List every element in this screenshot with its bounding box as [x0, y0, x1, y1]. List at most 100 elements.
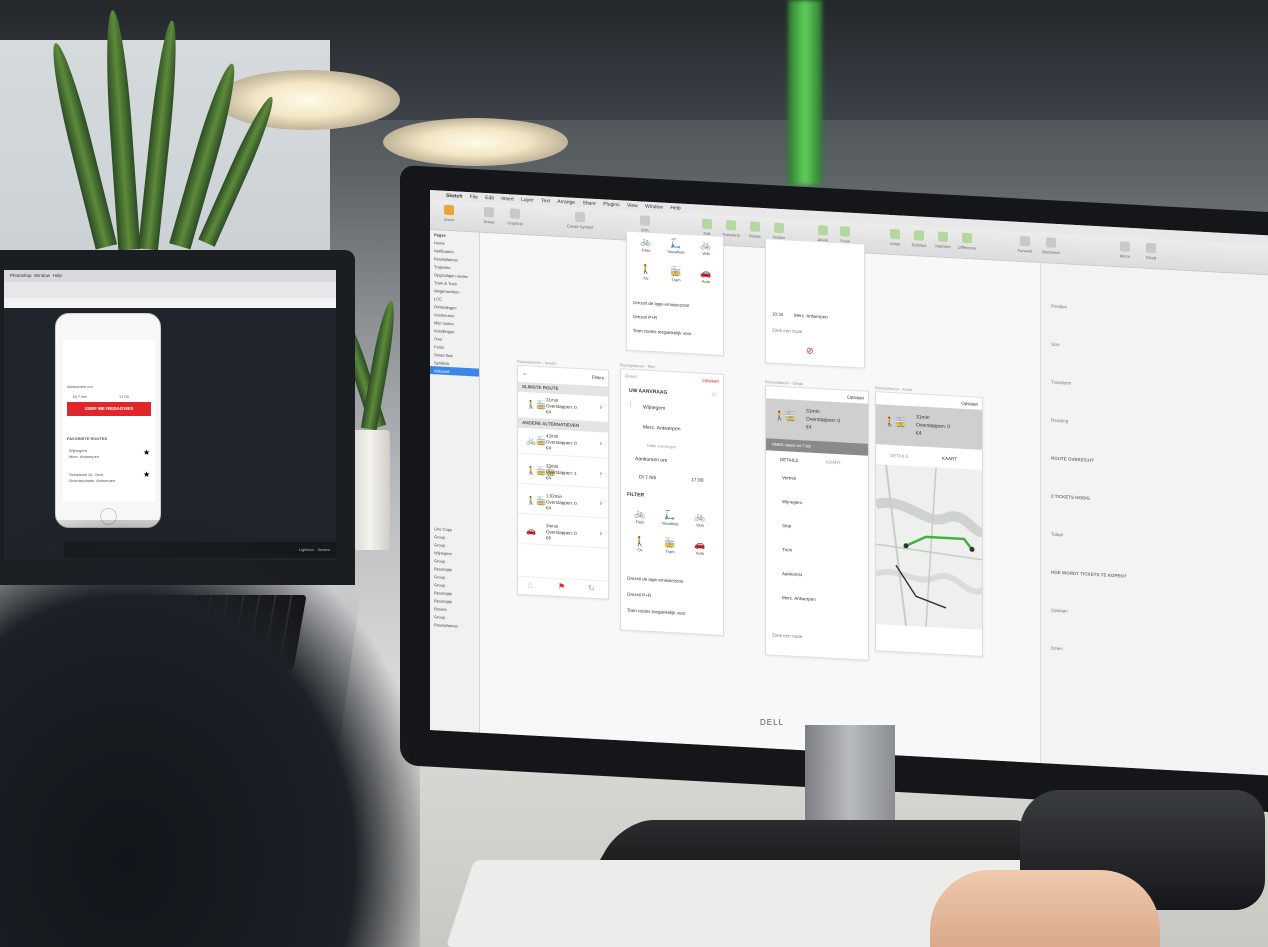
inspector-row[interactable]: 2 TICKETS NODIG: [1051, 494, 1090, 501]
search-route-link[interactable]: Zoek een route: [772, 633, 802, 640]
laptop-menu-item[interactable]: Window: [34, 273, 50, 278]
fav2-from[interactable]: Veldstraat 16, Gent: [69, 472, 103, 477]
forward-icon: [1020, 235, 1030, 247]
phone-time[interactable]: 17:00: [119, 394, 129, 399]
save-link[interactable]: Opslaan: [702, 378, 719, 384]
arrive-select[interactable]: Aankomen om: [635, 456, 667, 464]
ungroup-button[interactable]: Ungroup: [500, 208, 530, 227]
inspector-row[interactable]: ROUTE OVERZICHT: [1051, 456, 1094, 463]
inspector-row[interactable]: Resizing: [1051, 418, 1068, 424]
route-row[interactable]: 🚗 34min Overstappen: 0 €6 ›: [518, 517, 608, 549]
tab-details[interactable]: DETAILS: [780, 457, 798, 463]
reset-link[interactable]: Reset: [625, 374, 637, 380]
time-select[interactable]: 17:00: [691, 477, 704, 484]
refresh-icon[interactable]: ↻: [588, 584, 595, 593]
fav1-from[interactable]: Wijnegem: [69, 448, 87, 453]
save-link[interactable]: Opslaan: [847, 395, 864, 401]
inspector-row[interactable]: Transform: [1051, 380, 1071, 386]
star-icon[interactable]: ★: [143, 448, 150, 457]
tab-map[interactable]: KAART: [942, 456, 957, 462]
add-stop-link[interactable]: Halte toevoegen: [647, 443, 676, 450]
laptop-menu-item[interactable]: Photoshop: [10, 273, 32, 278]
menu-view[interactable]: View: [627, 203, 638, 210]
mode-toggle[interactable]: 🛴 Vouwfiets: [659, 509, 681, 527]
option-low-emission[interactable]: Omzeil de lage-emissiezone: [633, 300, 690, 308]
menu-help[interactable]: Help: [670, 205, 680, 212]
menu-plugins[interactable]: Plugins: [603, 201, 619, 208]
inspector-row[interactable]: HOE WORDT TICKETS TE KOPEN?: [1051, 570, 1127, 579]
mode-toggle[interactable]: 🚶 Ov: [635, 264, 657, 281]
menu-sketch[interactable]: Sketch: [446, 193, 462, 200]
menu-arrange[interactable]: Arrange: [557, 199, 575, 206]
menu-file[interactable]: File: [470, 194, 478, 200]
cancel-icon[interactable]: ⊘: [806, 345, 814, 356]
menu-edit[interactable]: Edit: [485, 195, 494, 201]
star-icon[interactable]: ★: [143, 470, 150, 479]
artboard-summary-top[interactable]: 10:34 Merc. Antwerpen Zoek een route ⊘: [765, 238, 865, 369]
fav1-to[interactable]: Merc. Antwerpen: [69, 454, 99, 459]
mode-toggle[interactable]: 🚲 Fiets: [635, 236, 657, 253]
phone-date[interactable]: Di 7 feb: [73, 394, 87, 399]
sketch-canvas[interactable]: 🚲 Fiets 🛴 Vouwfiets 🚲 Velo 🚶 Ov 🚋 Tram 🚗 Auto Omzei…: [480, 230, 1040, 764]
menu-share[interactable]: Share: [582, 200, 595, 207]
mode-toggle[interactable]: 🚲 Velo: [695, 239, 717, 257]
mode-toggle[interactable]: 🚶 Ov: [629, 536, 651, 553]
to-field[interactable]: Merc. Antwerpen: [643, 425, 681, 433]
from-field[interactable]: Wijnegem: [643, 405, 665, 412]
route-map[interactable]: [876, 464, 983, 631]
home-icon[interactable]: ⌂: [528, 580, 533, 589]
search-route-link[interactable]: Zoek een route: [772, 328, 802, 335]
mode-toggle[interactable]: 🛴 Vouwfiets: [665, 238, 687, 255]
backward-button[interactable]: Backward: [1036, 237, 1066, 256]
flatten-icon: [774, 222, 784, 234]
date-select[interactable]: Di 7 feb: [639, 474, 656, 481]
layer-item[interactable]: Routeplanner: [430, 620, 479, 631]
option-accessible[interactable]: Toon routes toegankelijk voor: [633, 328, 692, 336]
mode-toggle[interactable]: 🚲 Velo: [689, 511, 711, 528]
menu-window[interactable]: Window: [645, 204, 663, 211]
mode-toggle[interactable]: 🚗 Auto: [689, 539, 711, 556]
menu-text[interactable]: Text: [541, 198, 550, 204]
mode-toggle[interactable]: 🚋 Tram: [659, 537, 681, 555]
artboard-filter-top[interactable]: 🚲 Fiets 🛴 Vouwfiets 🚲 Velo 🚶 Ov 🚋 Tram 🚗 Auto Omzei…: [626, 230, 724, 356]
back-arrow-icon[interactable]: ←: [522, 370, 529, 377]
artboard-detail[interactable]: Opslaan 🚶🚋 31min Overstappen: 0 €4 NMBS …: [765, 385, 869, 661]
mode-label: Auto: [701, 278, 711, 285]
inspector-row[interactable]: Position: [1051, 304, 1067, 310]
phone-arrive-label[interactable]: Aankomen om: [67, 384, 93, 389]
route-row[interactable]: 🚲🚋 42min Overstappen: 0 €4 ›: [518, 427, 608, 459]
tab-map[interactable]: KAART: [826, 459, 841, 465]
inspector-row[interactable]: Opslaan: [1051, 608, 1068, 614]
route-icon[interactable]: ⚑: [558, 582, 565, 591]
inspector-row[interactable]: Size: [1051, 342, 1060, 347]
inspector-row[interactable]: Totaal: [1051, 532, 1063, 538]
artboard-request[interactable]: Reset Opslaan UW AANVRAAG ☆ Wijnegem Mer…: [620, 368, 724, 636]
route-row[interactable]: 🚶🚋 1:02min Overstappen: 0 €4 ›: [518, 487, 608, 519]
difference-button[interactable]: Difference: [952, 232, 982, 251]
star-outline-icon[interactable]: ☆: [711, 390, 717, 398]
artboard-map[interactable]: Opslaan 🚶🚋 31min Overstappen: 0 €4 DETAI…: [875, 391, 983, 657]
browser-address-bar[interactable]: [4, 298, 336, 308]
route-row[interactable]: 🚶🚋🚋 33min Overstappen: 1 €4 ›: [518, 457, 608, 489]
filters-link[interactable]: Filters: [592, 375, 604, 381]
save-link[interactable]: Opslaan: [961, 401, 978, 407]
artboard-results[interactable]: ← Filters SLIMSTE ROUTE 🚶🚋 31min Overstapp…: [517, 364, 609, 600]
create-symbol-button[interactable]: Create Symbol: [560, 211, 600, 230]
browser-tabs[interactable]: [4, 282, 336, 298]
menu-layer[interactable]: Layer: [521, 197, 534, 204]
tab-details[interactable]: DETAILS: [890, 453, 908, 459]
insert-button[interactable]: Insert: [434, 204, 464, 223]
option-avoid-pr[interactable]: Omzeil P+R: [633, 314, 657, 320]
mode-toggle[interactable]: 🚋 Tram: [665, 266, 687, 283]
option-low-emission[interactable]: Omzeil de lage-emissiezone: [627, 576, 684, 584]
fav2-to[interactable]: Noorderplaats, Antwerpen: [69, 478, 115, 483]
mode-toggle[interactable]: 🚗 Auto: [695, 267, 717, 285]
mode-toggle[interactable]: 🚲 Fiets: [629, 508, 651, 525]
option-accessible[interactable]: Toon routes toegankelijk voor: [627, 608, 686, 616]
laptop-menu-item[interactable]: Help: [53, 273, 62, 278]
inspector-row[interactable]: Delen: [1051, 646, 1063, 652]
travel-advice-button[interactable]: GEEF ME REISADVIES: [67, 402, 151, 416]
cloud-button[interactable]: Cloud: [1136, 242, 1166, 261]
option-avoid-pr[interactable]: Omzeil P+R: [627, 592, 651, 598]
menu-insert[interactable]: Insert: [501, 196, 514, 203]
